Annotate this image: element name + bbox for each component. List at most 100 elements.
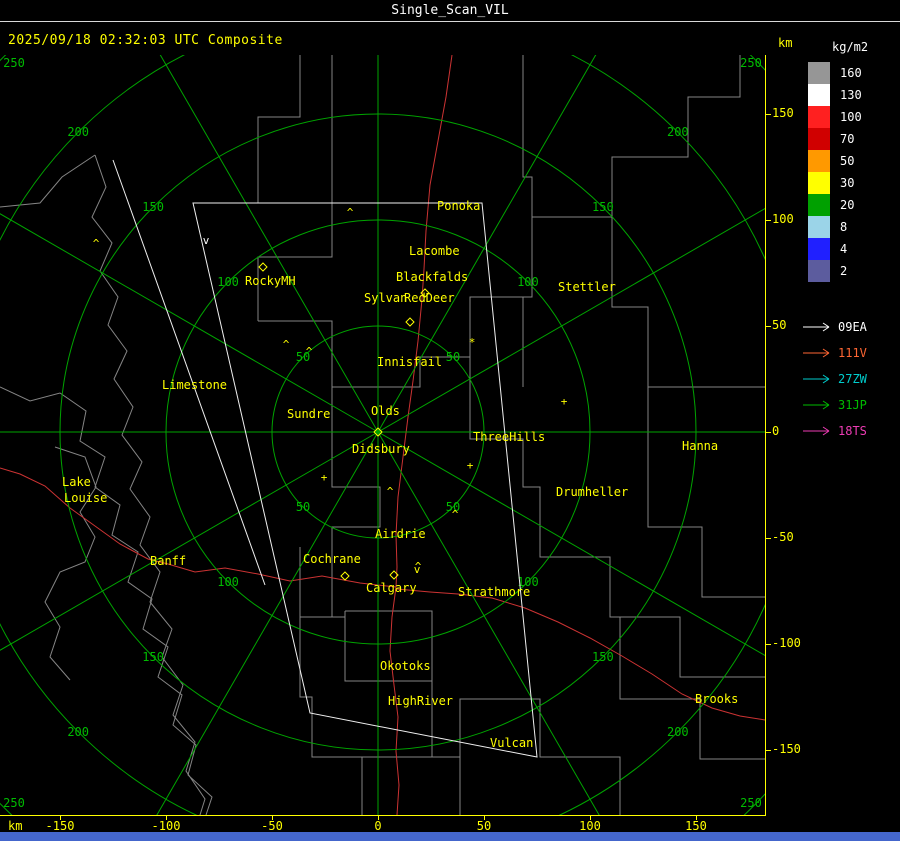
city-label: Lake [62,475,91,489]
scale-row: 130 [800,84,900,106]
y-tick-label: 0 [772,424,780,438]
legend-unit-label: kg/m2 [832,40,869,54]
county-boundary [362,681,433,758]
y-tick-mark [765,538,771,539]
city-label: Strathmore [458,585,530,599]
scale-color-box [808,238,830,260]
scale-value-label: 30 [840,176,855,190]
scale-row: 20 [800,194,900,216]
scale-row: 160 [800,62,900,84]
city-label: Louise [64,491,107,505]
scale-row: 30 [800,172,900,194]
x-tick-label: 100 [579,819,601,833]
city-label: Vulcan [490,736,533,750]
radar-map-area[interactable]: 50 50 50 50 100 100 100 100 150 150 150 150 200 200 20… [0,55,765,815]
site-diamond-marker [405,317,415,327]
x-axis-line [0,815,766,816]
city-label: Stettler [558,280,616,294]
scale-value-label: 8 [840,220,848,234]
scale-row: 2 [800,260,900,282]
radar-site-id: 27ZW [838,372,867,386]
y-tick-label: -100 [772,636,801,650]
radar-site-legend-item: 18TS [800,418,900,444]
county-boundary [0,154,96,208]
scale-row: 8 [800,216,900,238]
y-tick-label: 100 [772,212,794,226]
radar-arrow-icon [803,374,830,384]
range-ring-label: 150 [592,650,614,664]
scale-color-box [808,62,830,84]
range-ring-label: 200 [67,125,89,139]
scale-color-box [808,150,830,172]
county-boundary [299,617,363,815]
scale-value-label: 70 [840,132,855,146]
city-label: Hanna [682,439,718,453]
city-label: Sylvan [364,291,407,305]
y-tick-mark [765,220,771,221]
city-label: Blackfalds [396,270,468,284]
x-axis-unit-label: km [8,819,23,833]
range-ring-label: 150 [142,650,164,664]
scale-color-box [808,172,830,194]
y-tick-label: 50 [772,318,787,332]
city-label: RedDeer [404,291,455,305]
radar-site-legend-item: 111V [800,340,900,366]
plus-marker: + [561,395,568,408]
city-label: Airdrie [375,527,426,541]
star-marker: * [469,336,476,349]
scale-row: 70 [800,128,900,150]
site-diamond-marker [258,262,268,272]
city-label: Sundre [287,407,330,421]
range-ring-label: 200 [67,725,89,739]
y-tick-mark [765,114,771,115]
radar-site-id: 111V [838,346,867,360]
range-ring-label: 250 [740,56,762,70]
city-label: Cochrane [303,552,361,566]
x-tick-label: -50 [261,819,283,833]
scale-value-label: 130 [840,88,862,102]
county-boundary [532,55,741,218]
y-tick-mark [765,644,771,645]
x-tick-label: 0 [374,819,382,833]
radar-site-id: 09EA [838,320,867,334]
city-label: RockyMH [245,274,296,288]
radar-arrow-icon [803,426,830,436]
radar-arrow-icon [803,322,830,332]
county-boundary [469,357,765,678]
legend-panel: kg/m2 160 130 100 70 50 30 20 8 4 2 09EA 111V 27ZW 3… [800,40,900,444]
city-label: Banff [150,554,186,568]
scale-color-box [808,260,830,282]
range-ring-label: 250 [3,56,25,70]
scale-color-box [808,84,830,106]
city-label: ThreeHills [473,430,545,444]
caret-marker: ^ [452,508,459,521]
azimuth-line [156,431,379,815]
city-label: Olds [371,404,400,418]
county-boundary [91,154,206,815]
range-ring-label: 150 [592,200,614,214]
radar-site-id: 18TS [838,424,867,438]
azimuth-line [377,431,765,657]
range-ring-label: 200 [667,125,689,139]
city-label: Ponoka [437,199,480,213]
caret-marker: ^ [93,237,100,250]
plus-marker: + [321,471,328,484]
highway-line [395,55,453,588]
azimuth-line [159,55,379,433]
radar-arrow-icon [803,348,830,358]
radar-arrow-icon [803,400,830,410]
radar-map: 50 5050 50100 100100 100150 150150 150200 20020… [0,55,765,815]
varrow-marker: v [203,234,210,247]
city-label: Lacombe [409,244,460,258]
radar-site-list: 09EA 111V 27ZW 31JP 18TS [800,314,900,444]
y-tick-mark [765,326,771,327]
x-tick-label: 150 [685,819,707,833]
range-ring-label: 100 [217,575,239,589]
scale-color-box [808,216,830,238]
city-label: Drumheller [556,485,628,499]
color-scale: 160 130 100 70 50 30 20 8 4 2 [800,62,900,282]
scale-value-label: 100 [840,110,862,124]
radar-app-window: Single_Scan_VIL 2025/09/18 02:32:03 UTC … [0,0,900,841]
scale-value-label: 50 [840,154,855,168]
county-boundary [647,471,765,598]
